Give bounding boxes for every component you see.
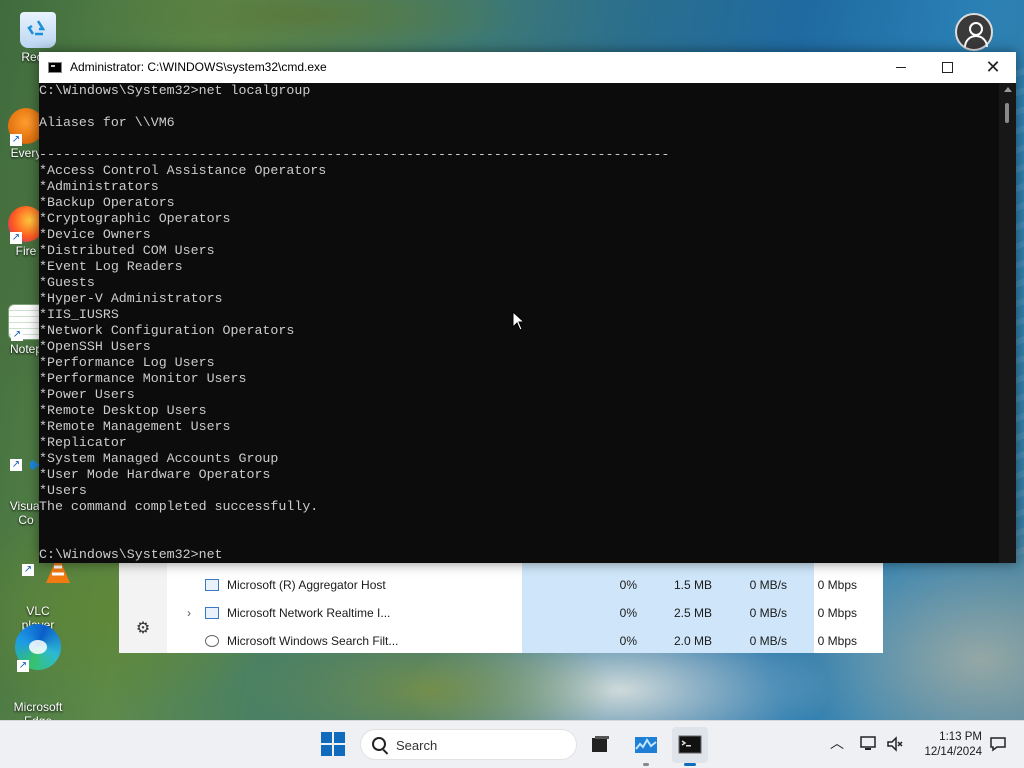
close-button[interactable]: ✕	[970, 52, 1016, 83]
process-row[interactable]: › Microsoft Network Realtime I... 0% 2.5…	[167, 600, 883, 628]
process-disk: 0 MB/s	[749, 578, 787, 592]
shortcut-arrow-icon: ↗	[11, 329, 23, 341]
notifications-icon[interactable]	[988, 735, 1008, 753]
volume-muted-icon[interactable]	[886, 735, 906, 753]
process-name: Microsoft Network Realtime I...	[227, 606, 391, 620]
search-icon	[372, 737, 386, 751]
process-disk: 0 MB/s	[749, 606, 787, 620]
console-line: *User Mode Hardware Operators	[39, 467, 271, 482]
process-network: 0 Mbps	[817, 606, 857, 620]
console-line: *Distributed COM Users	[39, 243, 215, 258]
expand-chevron-icon[interactable]: ›	[187, 606, 197, 620]
clock-date: 12/14/2024	[924, 746, 982, 758]
taskbar-search-box[interactable]: Search	[360, 729, 577, 760]
console-line: *Event Log Readers	[39, 259, 183, 274]
console-line: *Device Owners	[39, 227, 151, 242]
search-placeholder: Search	[396, 738, 438, 753]
process-memory: 1.5 MB	[673, 578, 712, 592]
console-line: *System Managed Accounts Group	[39, 451, 279, 466]
settings-gear-icon[interactable]: ⚙	[134, 620, 152, 638]
console-line: *Users	[39, 483, 87, 498]
task-view-icon	[592, 736, 609, 752]
task-manager-icon	[635, 737, 657, 753]
process-name: Microsoft Windows Search Filt...	[227, 634, 399, 648]
cmd-title-bar[interactable]: Administrator: C:\WINDOWS\system32\cmd.e…	[39, 52, 1016, 83]
process-cpu: 0%	[619, 578, 637, 592]
process-name: Microsoft (R) Aggregator Host	[227, 578, 386, 592]
taskbar-task-view[interactable]	[582, 727, 618, 763]
shortcut-arrow-icon: ↗	[10, 459, 22, 471]
console-line: ----------------------------------------…	[39, 147, 670, 162]
console-line: *Replicator	[39, 435, 127, 450]
console-line: *Performance Monitor Users	[39, 371, 247, 386]
shortcut-arrow-icon: ↗	[10, 134, 22, 146]
scroll-up-arrow-icon[interactable]	[1004, 87, 1012, 92]
command-prompt-icon	[678, 735, 702, 754]
console-line: *Power Users	[39, 387, 135, 402]
search-filter-icon	[205, 635, 219, 647]
console-line: C:\Windows\System32>net localgroup	[39, 83, 311, 98]
console-line: *Backup Operators	[39, 195, 175, 210]
process-cpu: 0%	[619, 634, 637, 648]
taskbar: Search ︿ 1:13 PM 12/14/2024	[0, 720, 1024, 768]
console-line: *Administrators	[39, 179, 159, 194]
console-line: *Performance Log Users	[39, 355, 215, 370]
active-indicator	[684, 763, 696, 766]
console-line: *OpenSSH Users	[39, 339, 151, 354]
process-memory: 2.0 MB	[673, 634, 712, 648]
console-line: *Guests	[39, 275, 95, 290]
minimize-button[interactable]	[878, 52, 924, 83]
console-line: Aliases for \\VM6	[39, 115, 175, 130]
console-line: *Access Control Assistance Operators	[39, 163, 327, 178]
console-line: The command completed successfully.	[39, 499, 319, 514]
process-row[interactable]: Microsoft Windows Search Filt... 0% 2.0 …	[167, 628, 883, 656]
console-line: *Remote Management Users	[39, 419, 231, 434]
desktop-icon-label: Microsoft Edge	[13, 700, 63, 720]
cmd-window[interactable]: Administrator: C:\WINDOWS\system32\cmd.e…	[39, 52, 1016, 563]
recycle-bin-icon	[20, 12, 56, 48]
show-hidden-icons-chevron-icon[interactable]: ︿	[830, 733, 844, 753]
desktop-icon-edge[interactable]: ↗ Microsoft Edge	[8, 596, 68, 720]
console-line: C:\Windows\System32>net	[39, 547, 223, 562]
maximize-button[interactable]	[924, 52, 970, 83]
app-window-icon	[205, 607, 219, 619]
taskbar-task-manager[interactable]	[628, 727, 664, 766]
process-row[interactable]: Microsoft (R) Aggregator Host 0% 1.5 MB …	[167, 572, 883, 600]
process-network: 0 Mbps	[817, 578, 857, 592]
console-line: *Hyper-V Administrators	[39, 291, 223, 306]
shortcut-arrow-icon: ↗	[17, 660, 29, 672]
task-manager-window: ⚙ Microsoft (R) Aggregator Host 0% 1.5 M…	[119, 560, 883, 653]
user-account-icon[interactable]	[955, 13, 993, 51]
vertical-scrollbar[interactable]	[999, 83, 1016, 563]
console-line: *Cryptographic Operators	[39, 211, 231, 226]
cmd-app-icon	[48, 62, 62, 73]
taskbar-command-prompt[interactable]	[672, 727, 708, 766]
clock-time: 1:13 PM	[939, 731, 982, 743]
window-title: Administrator: C:\WINDOWS\system32\cmd.e…	[70, 60, 327, 74]
process-memory: 2.5 MB	[673, 606, 712, 620]
taskbar-clock[interactable]: 1:13 PM 12/14/2024	[912, 730, 982, 760]
shortcut-arrow-icon: ↗	[10, 232, 22, 244]
task-manager-nav: ⚙	[119, 560, 167, 653]
network-icon[interactable]	[859, 735, 879, 753]
running-indicator	[643, 763, 649, 766]
shortcut-arrow-icon: ↗	[22, 564, 34, 576]
process-disk: 0 MB/s	[749, 634, 787, 648]
process-network: 0 Mbps	[817, 634, 857, 648]
scrollbar-thumb[interactable]	[1005, 103, 1009, 123]
mouse-pointer-icon	[512, 311, 524, 331]
process-cpu: 0%	[619, 606, 637, 620]
start-button[interactable]	[321, 732, 345, 756]
edge-icon: ↗	[15, 624, 61, 672]
console-line: *Remote Desktop Users	[39, 403, 207, 418]
app-window-icon	[205, 579, 219, 591]
